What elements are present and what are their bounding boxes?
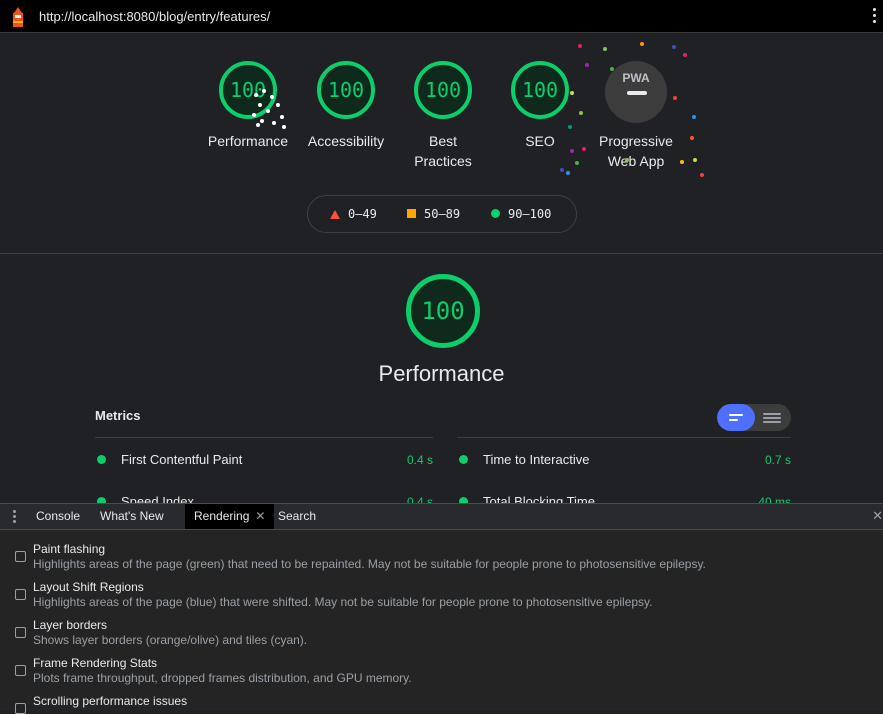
pwa-dash xyxy=(627,91,647,95)
gauge-score: 100 xyxy=(317,61,375,119)
gauge-label: Progressive Web App xyxy=(586,131,686,171)
score-legend: 0–49 50–89 90–100 xyxy=(307,195,577,233)
option-title: Layer borders xyxy=(33,618,108,632)
section-divider xyxy=(0,253,883,254)
lighthouse-logo-icon xyxy=(13,7,23,27)
gauge-label-line: Practices xyxy=(414,153,472,169)
more-menu-icon[interactable] xyxy=(873,8,877,24)
option-description: Highlights areas of the page (green) tha… xyxy=(33,557,706,571)
toggle-compact-view[interactable] xyxy=(717,404,755,431)
gauge-label: SEO xyxy=(525,133,555,149)
metric-divider xyxy=(95,437,433,438)
devtools-drawer: Console What's New Rendering ✕ Search ✕ P… xyxy=(0,503,883,714)
close-drawer-icon[interactable]: ✕ xyxy=(872,508,883,524)
tab-rendering-label: Rendering xyxy=(194,509,250,523)
triangle-icon xyxy=(330,210,340,219)
option-title: Scrolling performance issues xyxy=(33,694,188,708)
legend-fail: 0–49 xyxy=(330,207,377,221)
performance-title: Performance xyxy=(378,361,505,386)
metrics-view-toggle[interactable] xyxy=(717,404,791,431)
gauge-label-line: Progressive xyxy=(599,133,673,149)
pass-dot-icon xyxy=(459,455,468,464)
gauge-performance[interactable]: 100 Performance xyxy=(198,61,298,151)
gauge-label: Accessibility xyxy=(307,133,385,149)
option-title: Layout Shift Regions xyxy=(33,580,144,594)
option-description: Shows layer borders (orange/olive) and t… xyxy=(33,633,308,647)
page-url: http://localhost:8080/blog/entry/feature… xyxy=(39,9,271,24)
checkbox[interactable] xyxy=(15,627,26,638)
legend-fail-range: 0–49 xyxy=(348,207,377,221)
square-icon xyxy=(407,209,416,218)
gauge-label-line: Web App xyxy=(607,153,665,169)
gauge-accessibility[interactable]: 100 Accessibility xyxy=(296,61,396,151)
metric-name: First Contentful Paint xyxy=(121,452,243,467)
pass-dot-icon xyxy=(97,455,106,464)
tab-whats-new[interactable]: What's New xyxy=(91,504,173,529)
gauge-label: Best Practices xyxy=(393,131,493,171)
gauge-score: 100 xyxy=(511,61,569,119)
gauge-label: Performance xyxy=(207,133,289,149)
option-description: Highlights areas of the page (blue) that… xyxy=(33,595,653,609)
tab-search[interactable]: Search xyxy=(269,504,325,529)
option-title: Frame Rendering Stats xyxy=(33,656,158,670)
tab-console[interactable]: Console xyxy=(27,504,89,529)
tab-rendering[interactable]: Rendering ✕ xyxy=(185,504,275,529)
gauge-score: 100 xyxy=(414,61,472,119)
gauge-best-practices[interactable]: 100 Best Practices xyxy=(393,61,493,171)
legend-pass-range: 90–100 xyxy=(508,207,552,221)
legend-average: 50–89 xyxy=(407,207,460,221)
circle-icon xyxy=(491,209,500,218)
gauge-label-line: Best xyxy=(428,133,457,149)
pwa-badge-icon: PWA xyxy=(605,61,667,123)
legend-average-range: 50–89 xyxy=(424,207,461,221)
drawer-menu-icon[interactable] xyxy=(13,510,16,525)
checkbox[interactable] xyxy=(15,589,26,600)
metrics-heading: Metrics xyxy=(95,408,141,423)
performance-score-gauge: 100 xyxy=(406,274,480,348)
option-description: Plots frame throughput, dropped frames d… xyxy=(33,671,412,685)
metric-divider xyxy=(457,437,791,438)
checkbox[interactable] xyxy=(15,551,26,562)
pwa-badge-text: PWA xyxy=(622,71,650,85)
checkbox[interactable] xyxy=(15,703,26,714)
option-title: Paint flashing xyxy=(33,542,106,556)
drawer-tabbar: Console What's New Rendering ✕ Search ✕ xyxy=(0,504,883,530)
url-bar: http://localhost:8080/blog/entry/feature… xyxy=(0,0,883,33)
lighthouse-report: 100 Performance 100 Accessibility 100 Be… xyxy=(0,33,883,509)
gauge-seo[interactable]: 100 SEO xyxy=(490,61,590,151)
legend-pass: 90–100 xyxy=(491,207,551,221)
checkbox[interactable] xyxy=(15,665,26,676)
metric-name: Time to Interactive xyxy=(483,452,590,467)
gauge-pwa[interactable]: PWA Progressive Web App xyxy=(586,61,686,171)
metric-value: 0.7 s xyxy=(764,453,791,467)
metric-value: 0.4 s xyxy=(406,453,433,467)
expanded-view-icon[interactable] xyxy=(763,413,781,415)
close-tab-icon[interactable]: ✕ xyxy=(255,509,265,523)
